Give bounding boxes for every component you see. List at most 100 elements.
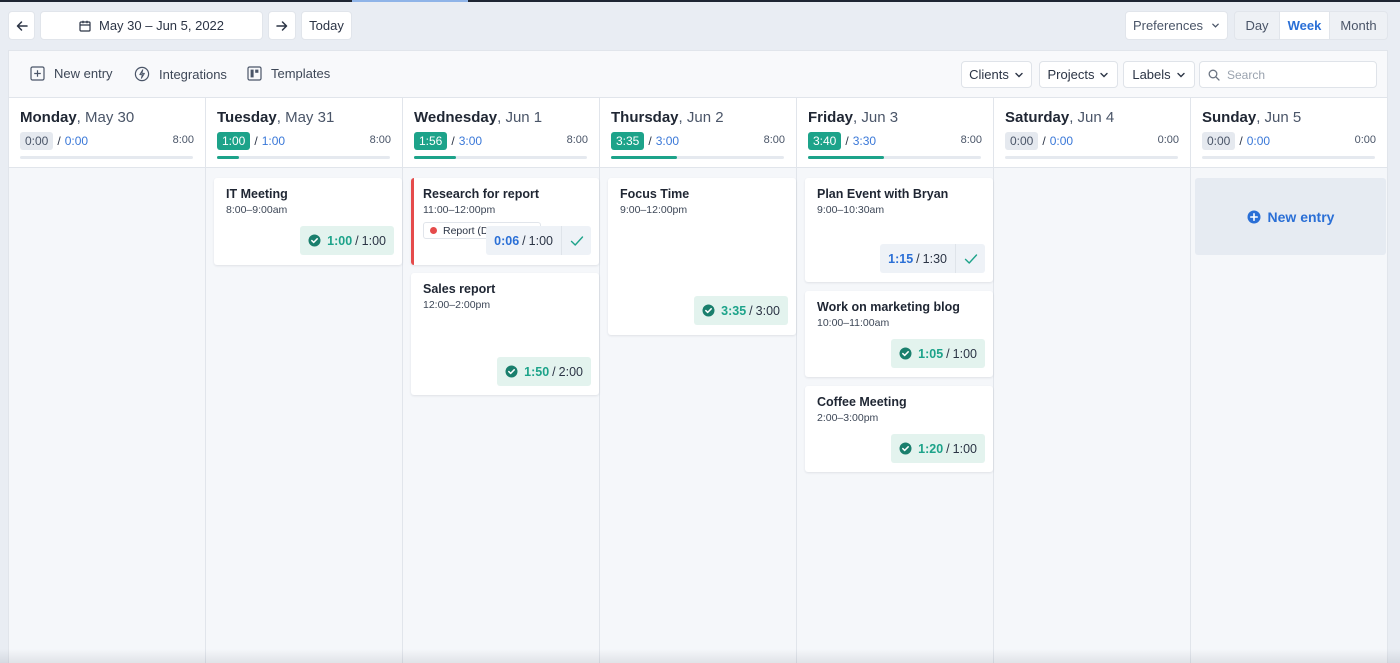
- loading-indicator: [352, 0, 468, 2]
- day-column-monday: Monday, May 30 0:00/0:00 8:00: [9, 98, 206, 663]
- check-circle-icon: [308, 234, 321, 247]
- planned-hours: 0:00: [1049, 134, 1074, 148]
- view-month[interactable]: Month: [1330, 12, 1387, 39]
- date-label: Jun 4: [1077, 109, 1115, 126]
- day-header: Wednesday, Jun 1 1:56/3:00 8:00: [403, 98, 599, 168]
- planned-hours: 0:00: [64, 134, 89, 148]
- arrow-left-icon: [16, 20, 28, 31]
- labels-filter[interactable]: Labels: [1123, 61, 1195, 88]
- entry-duration-badge[interactable]: 1:20 / 1:00: [891, 434, 985, 463]
- entry-duration-badge[interactable]: 1:05 / 1:00: [891, 339, 985, 368]
- day-column-tuesday: Tuesday, May 31 1:00/1:00 8:00 IT Meetin…: [206, 98, 403, 663]
- projects-filter[interactable]: Projects: [1039, 61, 1118, 88]
- day-progress-bar: [20, 156, 193, 159]
- date-label: Jun 3: [861, 109, 899, 126]
- entry-duration-badge[interactable]: 3:35 / 3:00: [694, 296, 788, 325]
- entry-title: Focus Time: [620, 187, 690, 201]
- arrow-right-icon: [276, 20, 288, 31]
- new-entry-button[interactable]: New entry: [30, 66, 113, 81]
- time-entry-card[interactable]: Sales report 12:00–2:00pm 1:50 / 2:00: [411, 273, 599, 395]
- day-progress-bar: [611, 156, 784, 159]
- plus-circle-icon: [1247, 210, 1261, 223]
- time-entry-card[interactable]: Focus Time 9:00–12:00pm 3:35 / 3:00: [608, 178, 796, 335]
- date-label: Jun 1: [505, 109, 543, 126]
- today-button[interactable]: Today: [301, 11, 352, 40]
- add-entry-placeholder[interactable]: New entry: [1195, 178, 1386, 255]
- day-title: Wednesday, Jun 1: [414, 109, 543, 126]
- entry-time: 10:00–11:00am: [817, 317, 890, 329]
- entry-time: 11:00–12:00pm: [423, 204, 496, 216]
- project-color-dot: [430, 227, 437, 234]
- entry-title: Work on marketing blog: [817, 300, 960, 314]
- day-hours: 0:00/0:00: [1202, 132, 1270, 150]
- tracked-hours: 3:35: [611, 132, 645, 150]
- planned-hours: 3:30: [852, 134, 877, 148]
- plus-square-icon: [30, 66, 45, 81]
- check-icon: [964, 253, 977, 264]
- capacity-hours: 0:00: [1157, 134, 1179, 146]
- entry-time: 9:00–10:30am: [817, 204, 885, 216]
- new-entry-placeholder-label: New entry: [1267, 208, 1335, 225]
- integrations-label: Integrations: [159, 66, 227, 82]
- weekday-label: Thursday: [611, 109, 679, 126]
- window-top-border: [0, 0, 1400, 2]
- time-entry-card[interactable]: Work on marketing blog 10:00–11:00am 1:0…: [805, 291, 993, 377]
- entry-tracked: 1:20: [918, 441, 944, 456]
- prev-week-button[interactable]: [8, 11, 35, 40]
- view-week[interactable]: Week: [1279, 12, 1330, 39]
- day-progress-bar: [414, 156, 587, 159]
- entry-duration-badge[interactable]: 1:15/1:30: [880, 244, 985, 273]
- search-input[interactable]: [1227, 67, 1367, 82]
- day-title: Saturday, Jun 4: [1005, 109, 1115, 126]
- weekday-label: Saturday: [1005, 109, 1070, 126]
- time-entry-card[interactable]: Coffee Meeting 2:00–3:00pm 1:20 / 1:00: [805, 386, 993, 472]
- entry-tracked: 1:05: [918, 346, 944, 361]
- tracked-hours: 1:56: [414, 132, 448, 150]
- day-progress-bar: [1005, 156, 1178, 159]
- day-header: Tuesday, May 31 1:00/1:00 8:00: [206, 98, 402, 168]
- entry-tracked: 1:00: [327, 233, 353, 248]
- today-label: Today: [309, 18, 344, 33]
- day-hours: 0:00/0:00: [20, 132, 88, 150]
- entry-duration-badge[interactable]: 0:06/1:00: [486, 226, 591, 255]
- weekday-label: Wednesday: [414, 109, 498, 126]
- check-circle-icon: [899, 442, 912, 455]
- next-week-button[interactable]: [268, 11, 296, 40]
- mark-done-button[interactable]: [955, 244, 985, 273]
- templates-icon: [247, 66, 262, 81]
- view-day[interactable]: Day: [1235, 12, 1279, 39]
- entry-title: IT Meeting: [226, 187, 288, 201]
- entry-planned: 2:00: [558, 364, 583, 379]
- preferences-label: Preferences: [1132, 18, 1204, 33]
- time-entry-card[interactable]: Plan Event with Bryan 9:00–10:30am 1:15/…: [805, 178, 993, 282]
- integrations-button[interactable]: Integrations: [134, 66, 227, 82]
- clients-filter[interactable]: Clients: [961, 61, 1032, 88]
- entry-title: Sales report: [423, 282, 496, 296]
- entry-duration-badge[interactable]: 1:50 / 2:00: [497, 357, 591, 386]
- entry-time: 8:00–9:00am: [226, 204, 288, 216]
- mark-done-button[interactable]: [561, 226, 591, 255]
- preferences-dropdown[interactable]: Preferences: [1125, 11, 1228, 40]
- tracked-hours: 0:00: [1005, 132, 1039, 150]
- day-title: Tuesday, May 31: [217, 109, 335, 126]
- chevron-down-icon: [1212, 23, 1219, 28]
- date-range-picker[interactable]: May 30 – Jun 5, 2022: [40, 11, 263, 40]
- chevron-down-icon: [1100, 72, 1109, 77]
- week-planner: New entry Integrations Templates Clients…: [8, 50, 1388, 663]
- day-header: Saturday, Jun 4 0:00/0:00 0:00: [994, 98, 1190, 168]
- day-progress-bar: [808, 156, 981, 159]
- day-progress-fill: [611, 156, 677, 159]
- time-entry-card[interactable]: IT Meeting 8:00–9:00am 1:00 / 1:00: [214, 178, 402, 265]
- entry-duration-badge[interactable]: 1:00 / 1:00: [300, 226, 394, 255]
- templates-button[interactable]: Templates: [247, 66, 330, 81]
- day-header: Thursday, Jun 2 3:35/3:00 8:00: [600, 98, 796, 168]
- entry-planned: 3:00: [755, 303, 780, 318]
- time-entry-card[interactable]: Research for report 11:00–12:00pm Report…: [411, 178, 599, 265]
- day-title: Friday, Jun 3: [808, 109, 899, 126]
- day-hours: 3:40/3:30: [808, 132, 876, 150]
- day-column-saturday: Saturday, Jun 4 0:00/0:00 0:00: [994, 98, 1191, 663]
- day-title: Sunday, Jun 5: [1202, 109, 1302, 126]
- chevron-down-icon: [1176, 72, 1185, 77]
- day-hours: 1:00/1:00: [217, 132, 285, 150]
- day-column-thursday: Thursday, Jun 2 3:35/3:00 8:00 Focus Tim…: [600, 98, 797, 663]
